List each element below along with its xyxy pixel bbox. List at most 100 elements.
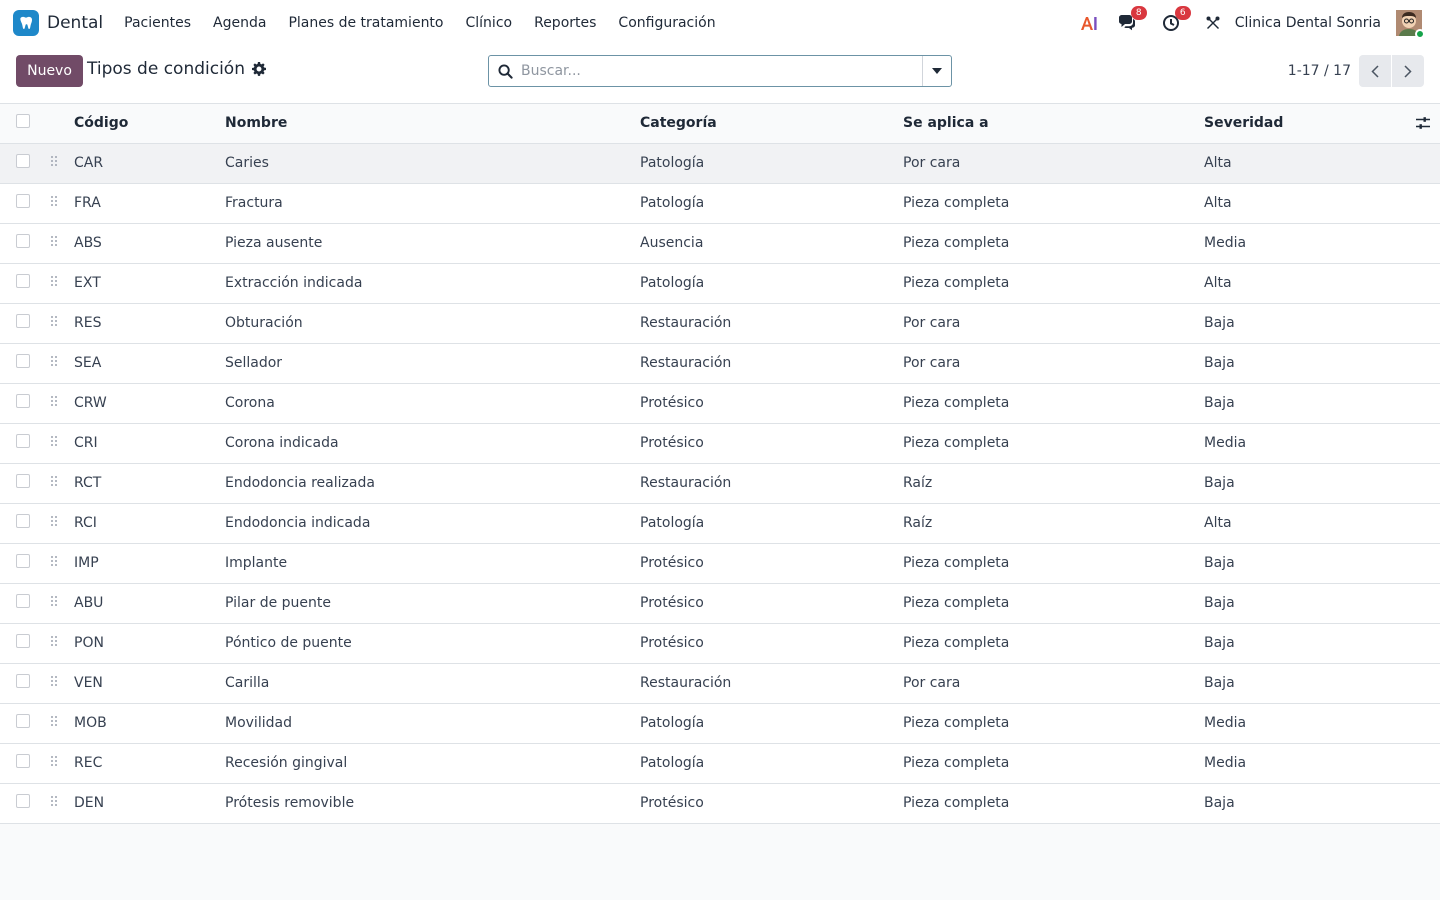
table-row[interactable]: RES Obturación Restauración Por cara Baja (0, 303, 1440, 343)
cell-code[interactable]: REC (74, 743, 225, 783)
table-row[interactable]: PON Póntico de puente Protésico Pieza compl… (0, 623, 1440, 663)
cell-code[interactable]: RES (74, 303, 225, 343)
cell-code[interactable]: VEN (74, 663, 225, 703)
cell-severity[interactable]: Media (1204, 703, 1400, 743)
cell-name[interactable]: Prótesis removible (225, 783, 640, 823)
table-row[interactable]: ABU Pilar de puente Protésico Pieza complet… (0, 583, 1440, 623)
row-checkbox[interactable] (16, 594, 30, 608)
row-checkbox[interactable] (16, 474, 30, 488)
drag-handle-icon[interactable] (50, 515, 58, 531)
app-brand[interactable]: Dental (13, 10, 103, 36)
cell-severity[interactable]: Baja (1204, 343, 1400, 383)
user-avatar[interactable] (1396, 10, 1425, 39)
clock-icon[interactable]: 6 (1159, 6, 1191, 35)
cell-applies-to[interactable]: Pieza completa (903, 543, 1204, 583)
cell-applies-to[interactable]: Por cara (903, 663, 1204, 703)
cell-category[interactable]: Protésico (640, 383, 903, 423)
tools-icon[interactable] (1201, 11, 1225, 35)
cell-applies-to[interactable]: Pieza completa (903, 223, 1204, 263)
cell-code[interactable]: IMP (74, 543, 225, 583)
row-checkbox[interactable] (16, 354, 30, 368)
cell-category[interactable]: Protésico (640, 783, 903, 823)
cell-applies-to[interactable]: Pieza completa (903, 623, 1204, 663)
cell-category[interactable]: Protésico (640, 423, 903, 463)
cell-severity[interactable]: Alta (1204, 183, 1400, 223)
drag-handle-icon[interactable] (50, 555, 58, 571)
cell-category[interactable]: Protésico (640, 623, 903, 663)
cell-name[interactable]: Caries (225, 143, 640, 183)
cell-severity[interactable]: Baja (1204, 383, 1400, 423)
search-input[interactable] (521, 57, 922, 85)
cell-applies-to[interactable]: Raíz (903, 463, 1204, 503)
cell-severity[interactable]: Alta (1204, 263, 1400, 303)
row-checkbox[interactable] (16, 754, 30, 768)
row-checkbox[interactable] (16, 714, 30, 728)
cell-code[interactable]: FRA (74, 183, 225, 223)
drag-handle-icon[interactable] (50, 195, 58, 211)
column-header-applies-to[interactable]: Se aplica a (903, 104, 1204, 144)
table-row[interactable]: ABS Pieza ausente Ausencia Pieza completa Me… (0, 223, 1440, 263)
cell-code[interactable]: SEA (74, 343, 225, 383)
row-checkbox[interactable] (16, 274, 30, 288)
cell-category[interactable]: Ausencia (640, 223, 903, 263)
table-row[interactable]: CRI Corona indicada Protésico Pieza complet… (0, 423, 1440, 463)
cell-name[interactable]: Póntico de puente (225, 623, 640, 663)
drag-handle-icon[interactable] (50, 795, 58, 811)
table-row[interactable]: EXT Extracción indicada Patología Pieza com… (0, 263, 1440, 303)
cell-code[interactable]: CAR (74, 143, 225, 183)
cell-name[interactable]: Implante (225, 543, 640, 583)
cell-code[interactable]: EXT (74, 263, 225, 303)
cell-name[interactable]: Fractura (225, 183, 640, 223)
cell-name[interactable]: Extracción indicada (225, 263, 640, 303)
cell-applies-to[interactable]: Pieza completa (903, 583, 1204, 623)
cell-name[interactable]: Endodoncia indicada (225, 503, 640, 543)
cell-code[interactable]: RCI (74, 503, 225, 543)
table-row[interactable]: FRA Fractura Patología Pieza completa Alta (0, 183, 1440, 223)
ai-icon[interactable] (1077, 11, 1101, 35)
column-header-severity[interactable]: Severidad (1204, 104, 1400, 144)
drag-handle-icon[interactable] (50, 635, 58, 651)
cell-category[interactable]: Restauración (640, 463, 903, 503)
table-row[interactable]: RCT Endodoncia realizada Restauración Raíz B… (0, 463, 1440, 503)
row-checkbox[interactable] (16, 514, 30, 528)
cell-severity[interactable]: Media (1204, 223, 1400, 263)
cell-category[interactable]: Patología (640, 263, 903, 303)
menu-item-reportes[interactable]: Reportes (523, 15, 607, 31)
drag-handle-icon[interactable] (50, 755, 58, 771)
cell-category[interactable]: Restauración (640, 343, 903, 383)
cell-code[interactable]: CRI (74, 423, 225, 463)
table-row[interactable]: DEN Prótesis removible Protésico Pieza comp… (0, 783, 1440, 823)
cell-applies-to[interactable]: Pieza completa (903, 743, 1204, 783)
cell-code[interactable]: PON (74, 623, 225, 663)
cell-applies-to[interactable]: Por cara (903, 143, 1204, 183)
cell-severity[interactable]: Baja (1204, 623, 1400, 663)
row-checkbox[interactable] (16, 394, 30, 408)
gear-icon[interactable] (251, 62, 266, 76)
search-options-toggle[interactable] (922, 56, 951, 86)
cell-applies-to[interactable]: Pieza completa (903, 383, 1204, 423)
row-checkbox[interactable] (16, 634, 30, 648)
drag-handle-icon[interactable] (50, 275, 58, 291)
table-row[interactable]: IMP Implante Protésico Pieza completa Baja (0, 543, 1440, 583)
cell-severity[interactable]: Baja (1204, 463, 1400, 503)
cell-severity[interactable]: Alta (1204, 503, 1400, 543)
cell-applies-to[interactable]: Raíz (903, 503, 1204, 543)
cell-category[interactable]: Protésico (640, 543, 903, 583)
drag-handle-icon[interactable] (50, 435, 58, 451)
cell-severity[interactable]: Baja (1204, 543, 1400, 583)
cell-name[interactable]: Movilidad (225, 703, 640, 743)
column-header-name[interactable]: Nombre (225, 104, 640, 144)
cell-code[interactable]: ABS (74, 223, 225, 263)
cell-applies-to[interactable]: Por cara (903, 343, 1204, 383)
company-switcher[interactable]: Clinica Dental Sonria (1235, 15, 1381, 31)
table-row[interactable]: VEN Carilla Restauración Por cara Baja (0, 663, 1440, 703)
cell-name[interactable]: Obturación (225, 303, 640, 343)
cell-name[interactable]: Pieza ausente (225, 223, 640, 263)
cell-name[interactable]: Carilla (225, 663, 640, 703)
cell-category[interactable]: Patología (640, 703, 903, 743)
cell-code[interactable]: DEN (74, 783, 225, 823)
table-row[interactable]: RCI Endodoncia indicada Patología Raíz Alta (0, 503, 1440, 543)
drag-handle-icon[interactable] (50, 235, 58, 251)
cell-name[interactable]: Pilar de puente (225, 583, 640, 623)
cell-code[interactable]: MOB (74, 703, 225, 743)
